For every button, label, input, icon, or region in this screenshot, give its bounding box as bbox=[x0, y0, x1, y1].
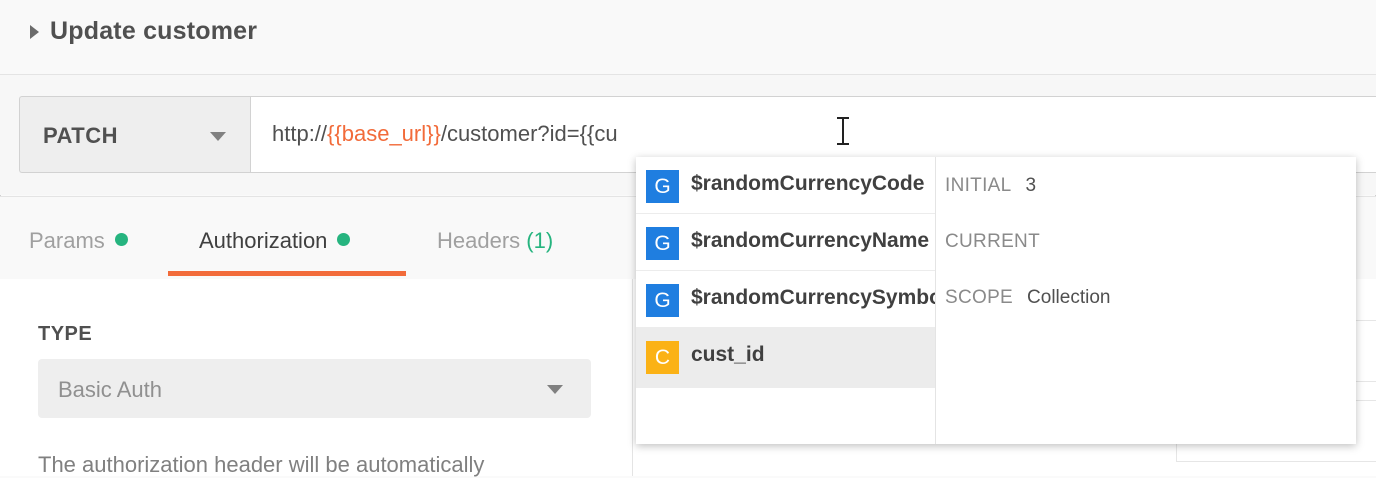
scope-label: SCOPE bbox=[945, 287, 1014, 308]
global-badge-icon: G bbox=[646, 170, 679, 203]
auth-type-select[interactable]: Basic Auth bbox=[38, 359, 591, 418]
request-title-bar: Update customer bbox=[0, 0, 1376, 75]
current-label: CURRENT bbox=[945, 231, 1040, 252]
initial-row: INITIAL 3 bbox=[945, 175, 1036, 197]
active-tab-indicator bbox=[168, 271, 406, 276]
variable-name: $randomCurrencyName bbox=[691, 229, 930, 252]
scope-row: SCOPE Collection bbox=[945, 287, 1110, 309]
tab-params[interactable]: Params bbox=[29, 228, 128, 254]
tab-count: (1) bbox=[526, 228, 554, 253]
current-row: CURRENT bbox=[945, 231, 1054, 253]
url-text: http://{{base_url}}/customer?id={{cu bbox=[272, 121, 618, 147]
tab-headers[interactable]: Headers (1) bbox=[437, 228, 553, 254]
autocomplete-item[interactable]: G $randomCurrencySymbol bbox=[636, 271, 935, 328]
status-dot-icon bbox=[337, 233, 351, 246]
autocomplete-list: G $randomCurrencyCode G $randomCurrencyN… bbox=[636, 157, 936, 444]
type-label: TYPE bbox=[38, 323, 93, 345]
status-dot-icon bbox=[114, 233, 128, 246]
variable-detail: INITIAL 3 CURRENT SCOPE Collection bbox=[936, 157, 1356, 444]
initial-value: 3 bbox=[1025, 175, 1037, 196]
method-select[interactable]: PATCH bbox=[19, 96, 250, 173]
url-variable: {{base_url}} bbox=[327, 121, 441, 146]
scope-value: Collection bbox=[1027, 287, 1111, 308]
autocomplete-item-selected[interactable]: C cust_id bbox=[636, 328, 935, 388]
request-title[interactable]: Update customer bbox=[50, 17, 257, 46]
collection-badge-icon: C bbox=[646, 341, 679, 374]
tab-label: Authorization bbox=[199, 228, 328, 253]
initial-label: INITIAL bbox=[945, 175, 1012, 196]
tab-label: Params bbox=[29, 228, 105, 253]
variable-name: $randomCurrencyCode bbox=[691, 172, 925, 195]
tab-authorization[interactable]: Authorization bbox=[199, 228, 351, 254]
global-badge-icon: G bbox=[646, 284, 679, 317]
variable-autocomplete: G $randomCurrencyCode G $randomCurrencyN… bbox=[636, 157, 1356, 444]
auth-panel: TYPE Basic Auth The authorization header… bbox=[0, 279, 633, 477]
url-suffix: /customer?id={{cu bbox=[440, 121, 618, 146]
global-badge-icon: G bbox=[646, 227, 679, 260]
url-prefix: http:// bbox=[272, 121, 328, 146]
collapse-caret-icon[interactable] bbox=[30, 25, 39, 39]
variable-name: $randomCurrencySymbol bbox=[691, 286, 935, 309]
autocomplete-item[interactable]: G $randomCurrencyCode bbox=[636, 157, 935, 214]
auth-type-value: Basic Auth bbox=[58, 377, 162, 402]
text-cursor-icon bbox=[836, 114, 850, 148]
variable-name: cust_id bbox=[691, 343, 765, 366]
tab-label: Headers bbox=[437, 228, 521, 253]
auth-description: The authorization header will be automat… bbox=[38, 452, 485, 477]
chevron-down-icon bbox=[547, 385, 563, 394]
chevron-down-icon bbox=[210, 132, 226, 141]
method-label: PATCH bbox=[43, 123, 119, 148]
autocomplete-item[interactable]: G $randomCurrencyName bbox=[636, 214, 935, 271]
